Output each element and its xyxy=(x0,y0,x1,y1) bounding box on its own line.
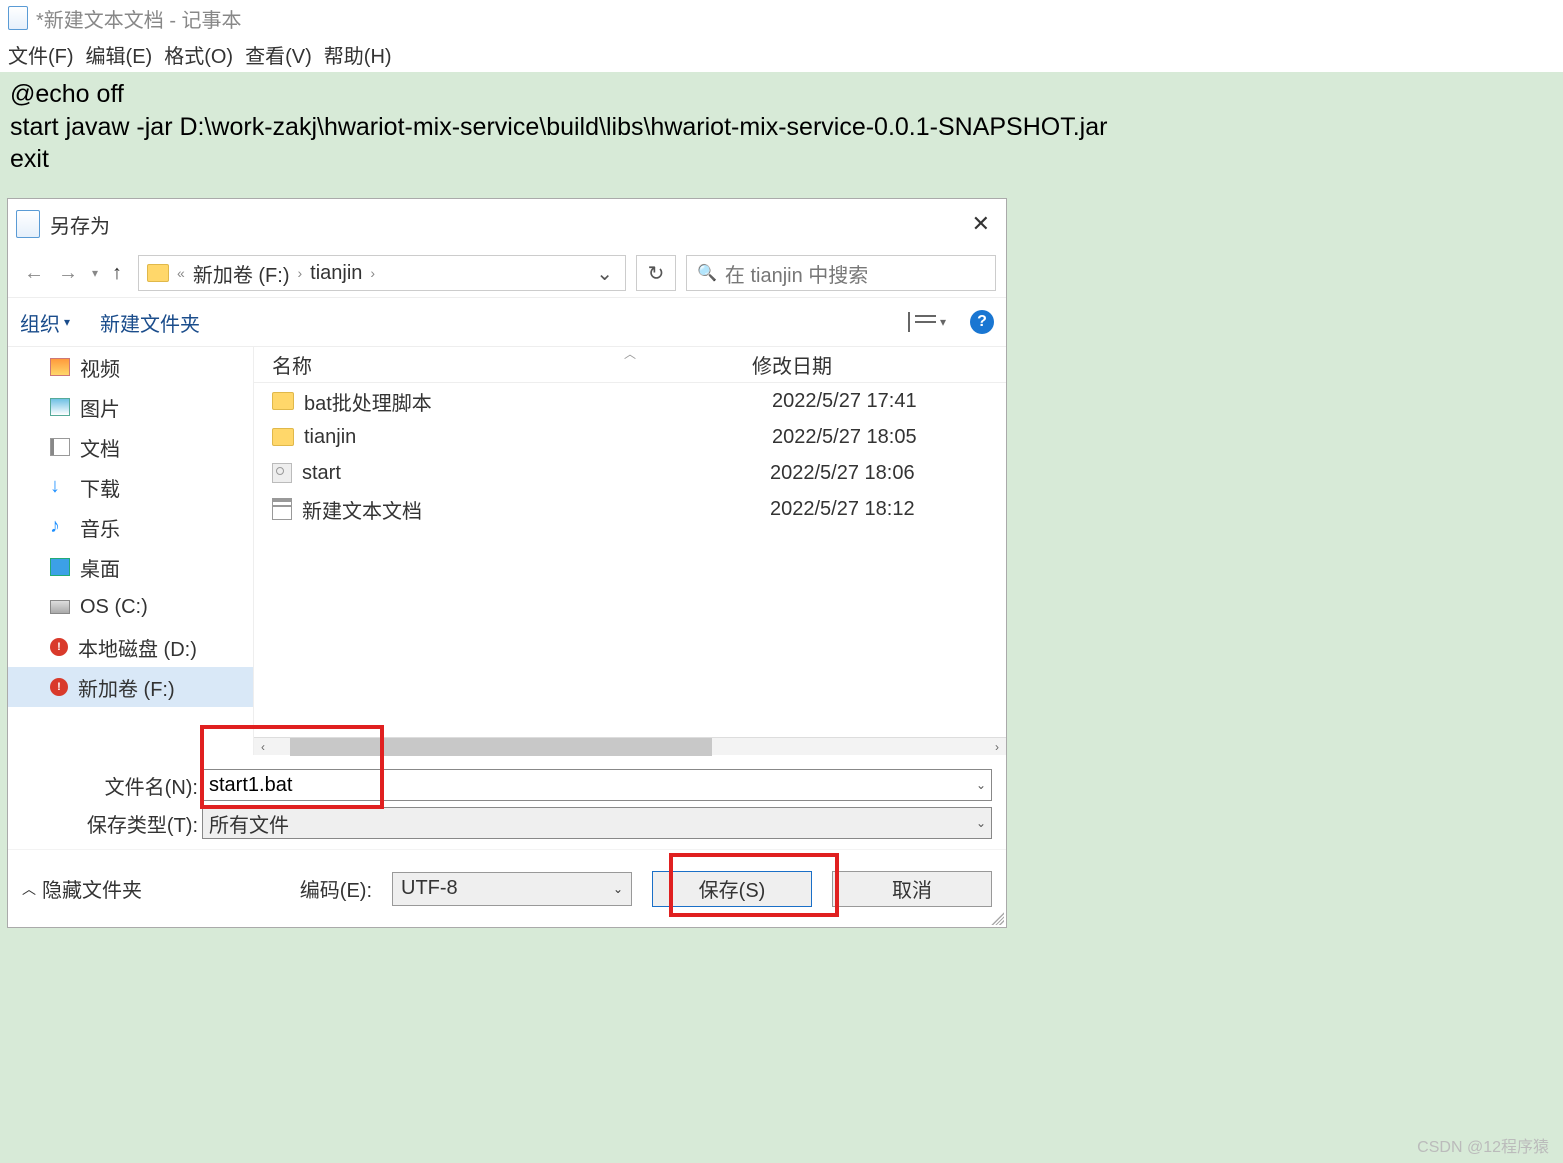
search-placeholder: 在 tianjin 中搜索 xyxy=(725,259,868,288)
drive-icon xyxy=(50,600,70,614)
breadcrumb-dropdown-icon[interactable]: ⌄ xyxy=(592,261,617,286)
bat-file-icon xyxy=(272,463,292,483)
music-icon: ♪ xyxy=(50,518,70,536)
file-row[interactable]: start2022/5/27 18:06 xyxy=(254,455,1006,491)
save-as-dialog: 另存为 ✕ ← → ▾ ↑ « 新加卷 (F:) › tianjin › ⌄ ↻… xyxy=(7,198,1007,928)
horizontal-scrollbar[interactable]: ‹ › xyxy=(254,737,1006,755)
dialog-bottom-bar: ︿ 隐藏文件夹 编码(E): UTF-8 ⌄ 保存(S) 取消 xyxy=(8,849,1006,927)
desktop-icon xyxy=(50,558,70,576)
editor-line: @echo off xyxy=(10,78,1553,111)
file-list-area: ︿ 名称 修改日期 bat批处理脚本2022/5/27 17:41 tianji… xyxy=(254,347,1006,755)
help-icon[interactable]: ? xyxy=(970,310,994,334)
chevron-down-icon: ▾ xyxy=(64,315,70,329)
sidebar-item-volf[interactable]: !新加卷 (F:) xyxy=(8,667,253,707)
folder-icon xyxy=(272,428,294,446)
sidebar-item-osc[interactable]: OS (C:) xyxy=(8,587,253,627)
save-button[interactable]: 保存(S) xyxy=(652,871,812,907)
notepad-titlebar: *新建文本文档 - 记事本 xyxy=(0,0,1563,36)
forward-icon[interactable]: → xyxy=(58,262,78,285)
filetype-label: 保存类型(T): xyxy=(22,809,198,838)
filetype-combo[interactable]: 所有文件 xyxy=(202,807,992,839)
notepad-icon xyxy=(8,6,28,30)
editor-line: start javaw -jar D:\work-zakj\hwariot-mi… xyxy=(10,111,1553,144)
sidebar-item-locald[interactable]: !本地磁盘 (D:) xyxy=(8,627,253,667)
dialog-titlebar: 另存为 ✕ xyxy=(8,199,1006,249)
view-switch-button[interactable]: ▾ xyxy=(908,312,946,332)
notepad-title-text: *新建文本文档 - 记事本 xyxy=(36,4,242,33)
sidebar: 视频 图片 文档 ↓下载 ♪音乐 桌面 OS (C:) !本地磁盘 (D:) !… xyxy=(8,347,254,755)
new-folder-button[interactable]: 新建文件夹 xyxy=(100,308,200,337)
sidebar-item-desktop[interactable]: 桌面 xyxy=(8,547,253,587)
chevron-right-icon: › xyxy=(297,265,302,281)
warning-icon: ! xyxy=(50,638,68,656)
menu-file[interactable]: 文件(F) xyxy=(8,40,74,69)
sidebar-item-image[interactable]: 图片 xyxy=(8,387,253,427)
nav-row: ← → ▾ ↑ « 新加卷 (F:) › tianjin › ⌄ ↻ 🔍 在 t… xyxy=(8,249,1006,297)
close-icon[interactable]: ✕ xyxy=(964,207,998,241)
col-date-header[interactable]: 修改日期 xyxy=(752,350,832,379)
search-input[interactable]: 🔍 在 tianjin 中搜索 xyxy=(686,255,996,291)
editor-body[interactable]: @echo off start javaw -jar D:\work-zakj\… xyxy=(0,72,1563,192)
chevron-right-icon: › xyxy=(370,265,375,281)
filename-input[interactable] xyxy=(202,769,992,801)
warning-icon: ! xyxy=(50,678,68,696)
bc-segment[interactable]: tianjin xyxy=(310,262,362,285)
chevron-down-icon: ⌄ xyxy=(613,882,623,896)
bc-prefix: « xyxy=(177,265,185,281)
file-row[interactable]: tianjin2022/5/27 18:05 xyxy=(254,419,1006,455)
sidebar-item-doc[interactable]: 文档 xyxy=(8,427,253,467)
editor-line: exit xyxy=(10,143,1553,176)
toolbar-row: 组织 ▾ 新建文件夹 ▾ ? xyxy=(8,297,1006,347)
chevron-up-icon: ︿ xyxy=(22,879,36,899)
resize-grip-icon[interactable] xyxy=(988,909,1004,925)
menu-edit[interactable]: 编辑(E) xyxy=(86,40,153,69)
sidebar-item-download[interactable]: ↓下载 xyxy=(8,467,253,507)
sidebar-item-music[interactable]: ♪音乐 xyxy=(8,507,253,547)
footer-inputs: 文件名(N): ⌄ 保存类型(T): 所有文件 ⌄ xyxy=(8,755,1006,849)
encoding-label: 编码(E): xyxy=(300,874,372,903)
menu-format[interactable]: 格式(O) xyxy=(164,40,233,69)
cancel-button[interactable]: 取消 xyxy=(832,871,992,907)
breadcrumb[interactable]: « 新加卷 (F:) › tianjin › ⌄ xyxy=(138,255,626,291)
menu-view[interactable]: 查看(V) xyxy=(245,40,312,69)
folder-icon xyxy=(272,392,294,410)
sort-indicator-icon: ︿ xyxy=(624,345,636,362)
menu-help[interactable]: 帮助(H) xyxy=(324,40,392,69)
file-row[interactable]: bat批处理脚本2022/5/27 17:41 xyxy=(254,383,1006,419)
filename-label: 文件名(N): xyxy=(22,771,198,800)
up-icon[interactable]: ↑ xyxy=(112,262,122,285)
download-icon: ↓ xyxy=(50,478,70,496)
dialog-file-icon xyxy=(16,210,40,238)
watermark-text: CSDN @12程序猿 xyxy=(1417,1133,1549,1157)
folder-icon xyxy=(147,264,169,282)
document-icon xyxy=(50,438,70,456)
hide-folders-button[interactable]: ︿ 隐藏文件夹 xyxy=(22,874,142,903)
col-name-header[interactable]: 名称 xyxy=(272,350,752,379)
back-icon[interactable]: ← xyxy=(24,262,44,285)
file-row[interactable]: 新建文本文档2022/5/27 18:12 xyxy=(254,491,1006,527)
organize-button[interactable]: 组织 ▾ xyxy=(20,308,70,337)
menu-bar: 文件(F) 编辑(E) 格式(O) 查看(V) 帮助(H) xyxy=(0,36,1563,72)
nav-arrows: ← → ▾ ↑ xyxy=(18,262,128,285)
dialog-title-text: 另存为 xyxy=(50,210,110,239)
txt-file-icon xyxy=(272,498,292,520)
scroll-left-icon[interactable]: ‹ xyxy=(254,740,272,754)
dropdown-history-icon[interactable]: ▾ xyxy=(92,266,98,280)
file-rows: bat批处理脚本2022/5/27 17:41 tianjin2022/5/27… xyxy=(254,383,1006,737)
bc-segment[interactable]: 新加卷 (F:) xyxy=(193,259,290,288)
sidebar-item-video[interactable]: 视频 xyxy=(8,347,253,387)
scroll-thumb[interactable] xyxy=(290,738,712,756)
refresh-button[interactable]: ↻ xyxy=(636,255,676,291)
video-icon xyxy=(50,358,70,376)
search-icon: 🔍 xyxy=(697,263,717,283)
image-icon xyxy=(50,398,70,416)
main-area: 视频 图片 文档 ↓下载 ♪音乐 桌面 OS (C:) !本地磁盘 (D:) !… xyxy=(8,347,1006,755)
scroll-right-icon[interactable]: › xyxy=(988,740,1006,754)
encoding-combo[interactable]: UTF-8 ⌄ xyxy=(392,872,632,906)
